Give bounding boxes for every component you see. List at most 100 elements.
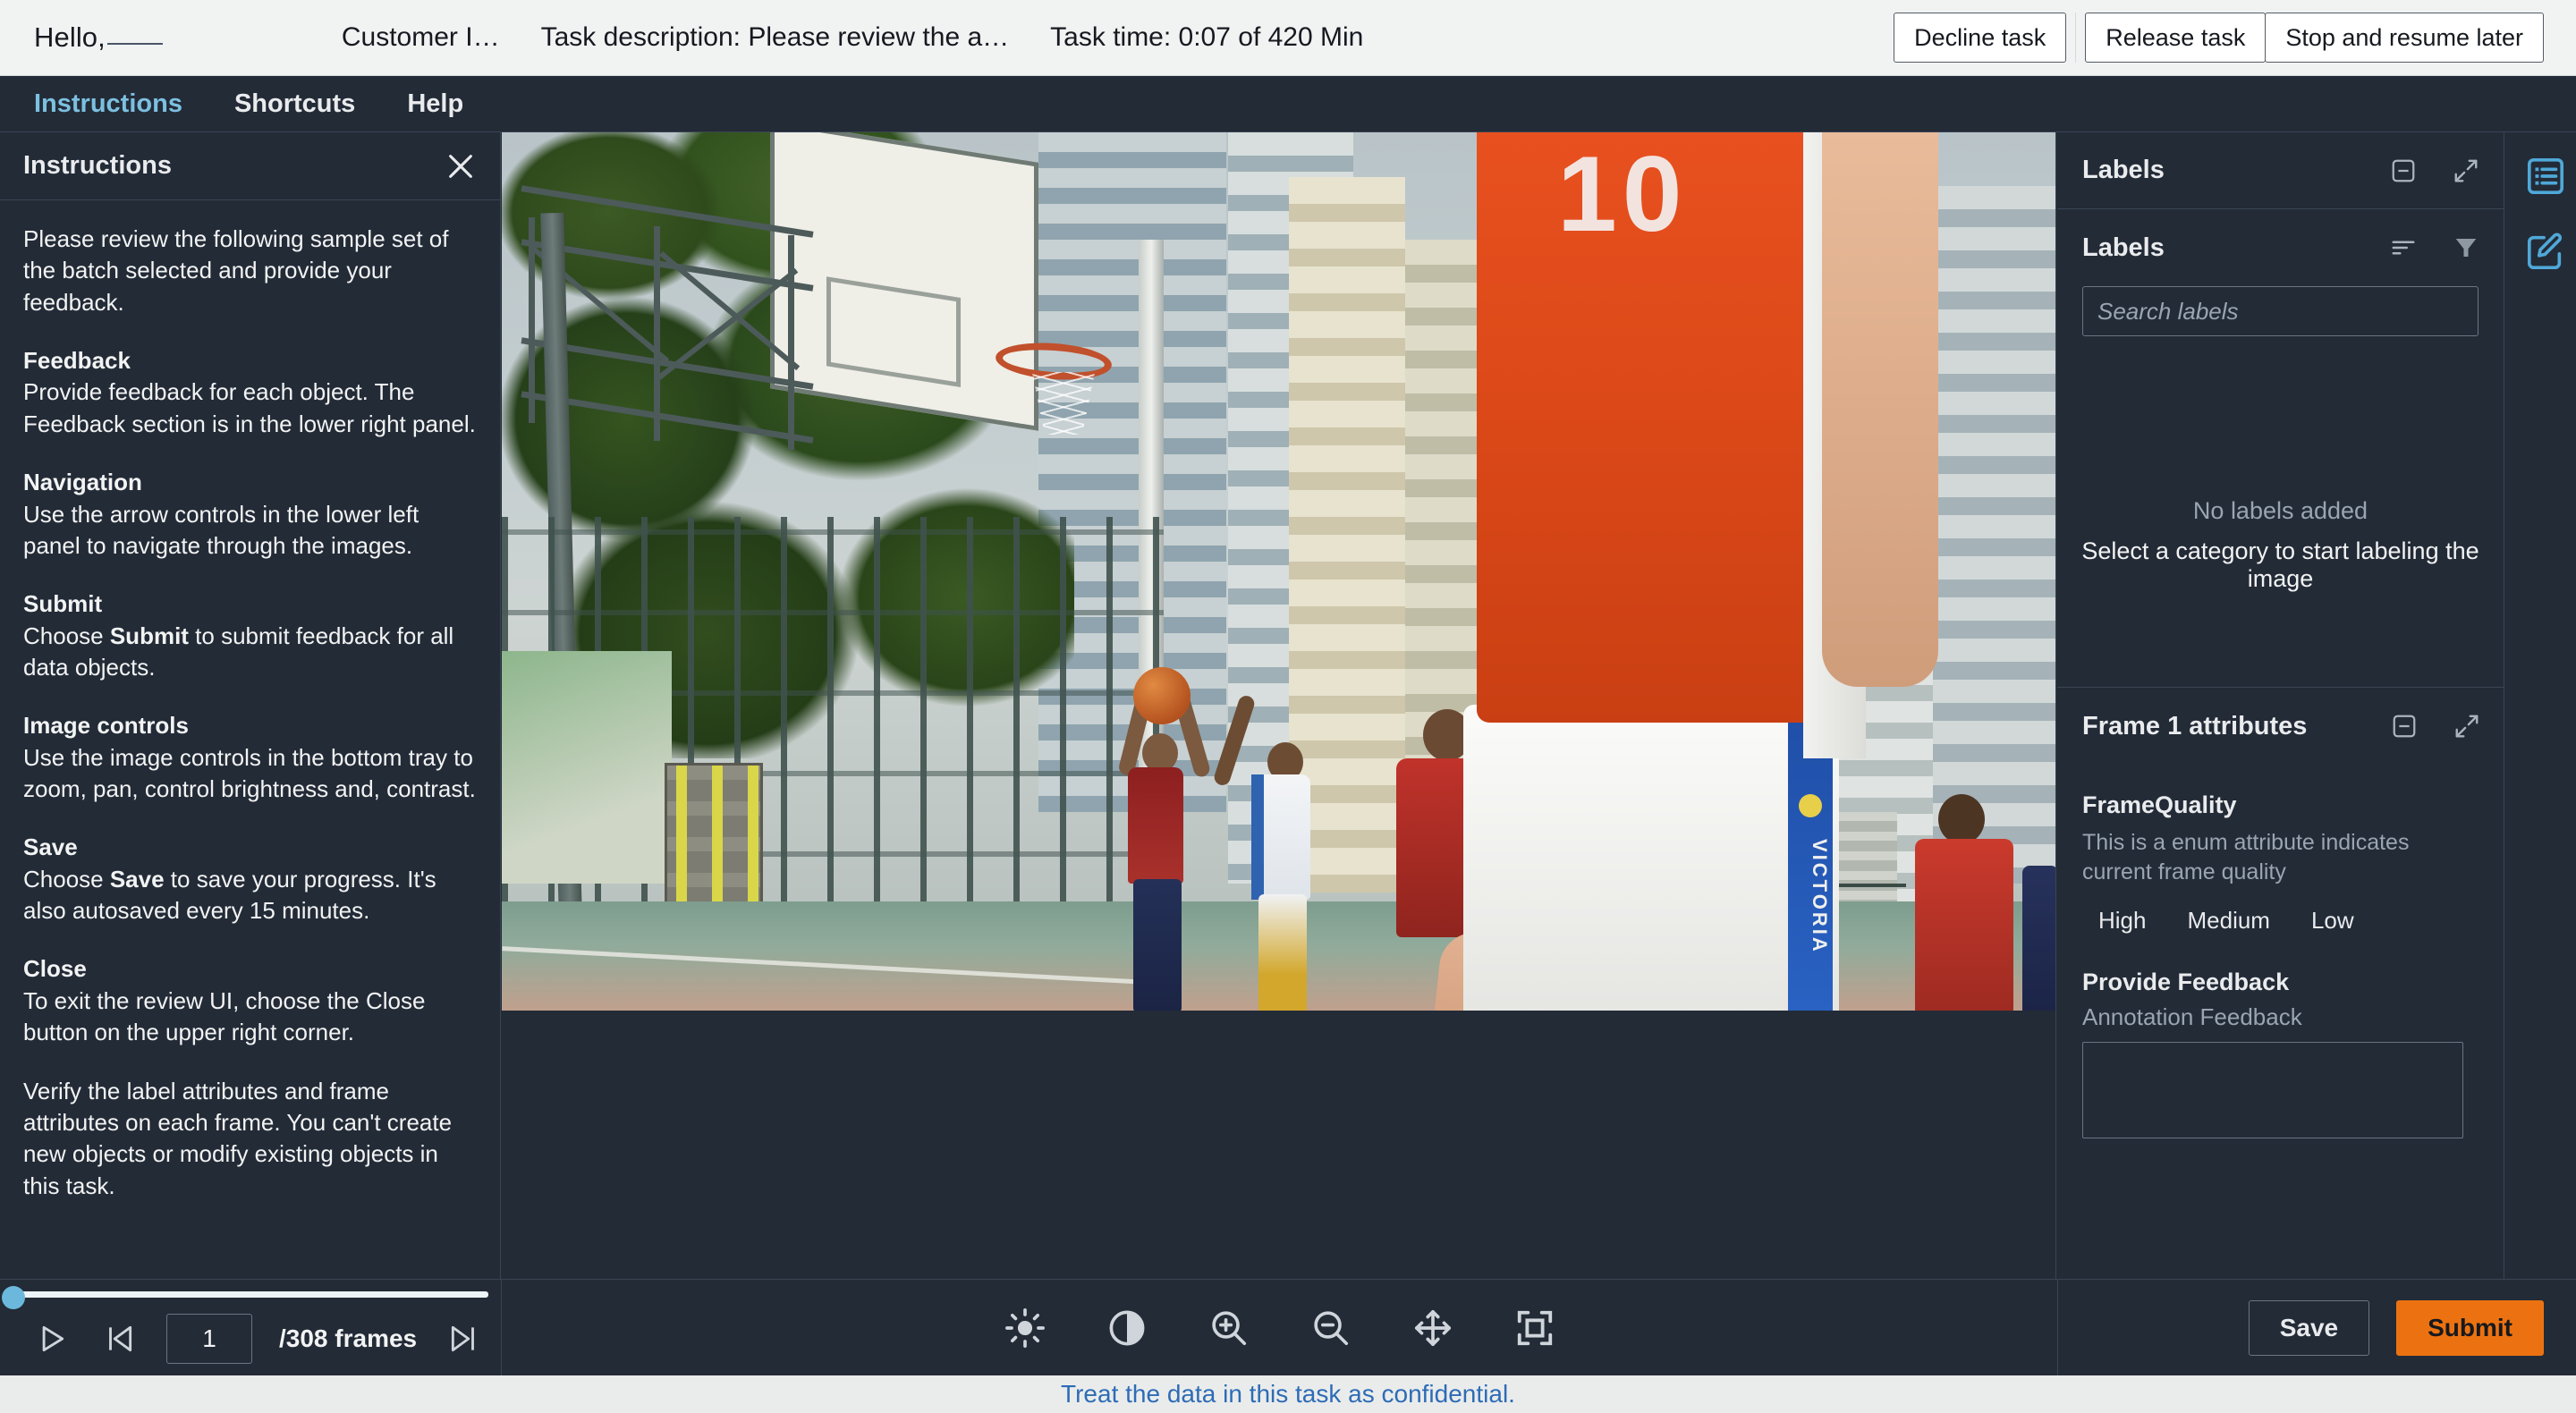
expand-arrows-icon[interactable] bbox=[2448, 153, 2484, 189]
canvas-empty-space bbox=[502, 1011, 2055, 1279]
photo-foreground-shorts bbox=[1463, 705, 1839, 1011]
button-separator bbox=[2075, 13, 2077, 63]
expand-arrows-icon[interactable] bbox=[2449, 708, 2485, 744]
header-info-group: Customer I… Task description: Please rev… bbox=[342, 22, 1404, 53]
header-action-buttons: Decline task Release task Stop and resum… bbox=[1894, 13, 2544, 63]
photo-player-shorts bbox=[1133, 879, 1182, 1011]
list-panel-icon[interactable] bbox=[2525, 156, 2566, 197]
photo-jersey-number: 10 bbox=[1557, 134, 1688, 254]
frame-brace bbox=[654, 267, 799, 383]
contrast-icon[interactable] bbox=[1102, 1303, 1152, 1353]
photo-player-jersey-stripe bbox=[1251, 774, 1264, 900]
instructions-footer-note: Verify the label attributes and frame at… bbox=[23, 1077, 453, 1199]
frame-attributes-body: FrameQuality This is a enum attribute in… bbox=[2057, 765, 2504, 1143]
photo-backboard-square bbox=[826, 276, 961, 387]
labels-empty-title: No labels added bbox=[2192, 497, 2368, 524]
greeting-text: Hello, bbox=[34, 21, 163, 54]
right-rail bbox=[2505, 132, 2576, 1279]
photo-player-jersey bbox=[1915, 839, 2013, 1011]
instructions-section-image-controls: Image controls Use the image controls in… bbox=[23, 710, 477, 805]
footer-bar: Treat the data in this task as confident… bbox=[0, 1375, 2576, 1413]
section-body-pre: Choose bbox=[23, 865, 110, 893]
provide-feedback-label: Provide Feedback bbox=[2082, 969, 2290, 995]
decline-task-button[interactable]: Decline task bbox=[1894, 13, 2067, 63]
labels-search-wrapper bbox=[2057, 286, 2504, 336]
instructions-section-submit: Submit Choose Submit to submit feedback … bbox=[23, 588, 477, 683]
annotation-feedback-label: Annotation Feedback bbox=[2082, 1003, 2302, 1030]
labels-section-title: Labels bbox=[2082, 156, 2165, 184]
photo-player-jersey bbox=[1128, 767, 1183, 884]
labels-section-header: Labels bbox=[2057, 132, 2504, 209]
annotation-image[interactable]: VICTORIA 10 bbox=[502, 132, 2055, 1011]
minus-box-icon[interactable] bbox=[2385, 153, 2421, 189]
skip-to-last-icon[interactable] bbox=[444, 1318, 485, 1359]
section-heading: Save bbox=[23, 833, 78, 861]
close-icon[interactable] bbox=[441, 147, 480, 186]
stop-and-resume-button[interactable]: Stop and resume later bbox=[2265, 13, 2544, 63]
labels-empty-state: No labels added Select a category to sta… bbox=[2057, 497, 2504, 593]
task-time-text: Task time: 0:07 of 420 Min bbox=[1050, 22, 1364, 52]
labels-subsection-title: Labels bbox=[2082, 233, 2165, 262]
zoom-out-icon[interactable] bbox=[1306, 1303, 1356, 1353]
minus-box-icon[interactable] bbox=[2386, 708, 2422, 744]
section-heading: Image controls bbox=[23, 712, 189, 740]
submit-button[interactable]: Submit bbox=[2396, 1300, 2544, 1356]
labels-section-controls bbox=[2385, 153, 2484, 189]
frame-bar bbox=[654, 226, 660, 441]
section-body: Provide feedback for each object. The Fe… bbox=[23, 378, 476, 437]
bottom-toolbar: /308 frames bbox=[0, 1279, 2576, 1376]
section-body: Choose Submit to submit feedback for all… bbox=[23, 621, 477, 684]
section-heading: Navigation bbox=[23, 469, 142, 496]
enum-option-medium[interactable]: Medium bbox=[2178, 903, 2278, 938]
photo-player-shorts bbox=[1258, 894, 1307, 1011]
edit-pencil-icon[interactable] bbox=[2525, 231, 2566, 272]
enum-option-high[interactable]: High bbox=[2089, 903, 2155, 938]
frame-number-input[interactable] bbox=[166, 1314, 252, 1364]
frame-attributes-section: Frame 1 attributes FrameQuality This is … bbox=[2057, 688, 2504, 1143]
save-button[interactable]: Save bbox=[2248, 1300, 2370, 1356]
image-canvas-area[interactable]: VICTORIA 10 bbox=[502, 132, 2056, 1279]
section-body: Choose Save to save your progress. It's … bbox=[23, 864, 477, 927]
photo-player-head bbox=[1938, 794, 1985, 844]
section-body-bold: Save bbox=[109, 865, 165, 893]
search-labels-input[interactable] bbox=[2082, 286, 2479, 336]
top-header-bar: Hello, Customer I… Task description: Ple… bbox=[0, 0, 2576, 76]
release-task-button[interactable]: Release task bbox=[2085, 13, 2267, 63]
instructions-panel-body: Please review the following sample set o… bbox=[0, 200, 500, 1202]
tab-shortcuts[interactable]: Shortcuts bbox=[220, 89, 369, 119]
instructions-section-navigation: Navigation Use the arrow controls in the… bbox=[23, 467, 477, 562]
labels-subsection-header: Labels bbox=[2057, 209, 2504, 286]
section-heading: Close bbox=[23, 955, 87, 983]
play-icon[interactable] bbox=[30, 1318, 72, 1359]
frame-navigation-cluster: /308 frames bbox=[0, 1303, 501, 1375]
labels-subsection-controls bbox=[2385, 230, 2484, 266]
sort-icon[interactable] bbox=[2385, 230, 2421, 266]
enum-option-low[interactable]: Low bbox=[2302, 903, 2363, 938]
pan-move-icon[interactable] bbox=[1408, 1303, 1458, 1353]
section-body-pre: Choose bbox=[23, 622, 110, 649]
frame-attributes-header: Frame 1 attributes bbox=[2057, 688, 2504, 765]
frame-brace bbox=[659, 251, 801, 371]
customer-id-text: Customer I… bbox=[341, 22, 500, 52]
brightness-icon[interactable] bbox=[1000, 1303, 1050, 1353]
attribute-name: FrameQuality bbox=[2082, 791, 2237, 818]
frame-timeline[interactable] bbox=[0, 1286, 501, 1309]
instructions-section-save: Save Choose Save to save your progress. … bbox=[23, 832, 477, 926]
skip-to-first-icon[interactable] bbox=[98, 1318, 140, 1359]
tab-instructions[interactable]: Instructions bbox=[20, 89, 197, 119]
bottom-action-buttons: Save Submit bbox=[2248, 1280, 2544, 1376]
tab-help[interactable]: Help bbox=[393, 89, 478, 119]
timeline-track[interactable] bbox=[14, 1291, 488, 1298]
photo-shorts-text: VICTORIA bbox=[1809, 839, 1831, 954]
task-description-text: Task description: Please review the a… bbox=[540, 22, 1010, 52]
filter-icon[interactable] bbox=[2448, 230, 2484, 266]
photo-basketball bbox=[1133, 667, 1191, 724]
zoom-in-icon[interactable] bbox=[1204, 1303, 1254, 1353]
frame-attributes-title: Frame 1 attributes bbox=[2082, 711, 2308, 740]
instructions-panel-header: Instructions bbox=[0, 132, 500, 200]
photo-foreground-arm bbox=[1822, 132, 1938, 687]
photo-green-wall bbox=[502, 651, 672, 884]
fit-to-screen-icon[interactable] bbox=[1510, 1303, 1560, 1353]
annotation-feedback-textarea[interactable] bbox=[2082, 1042, 2463, 1138]
frame-bar bbox=[788, 235, 794, 450]
